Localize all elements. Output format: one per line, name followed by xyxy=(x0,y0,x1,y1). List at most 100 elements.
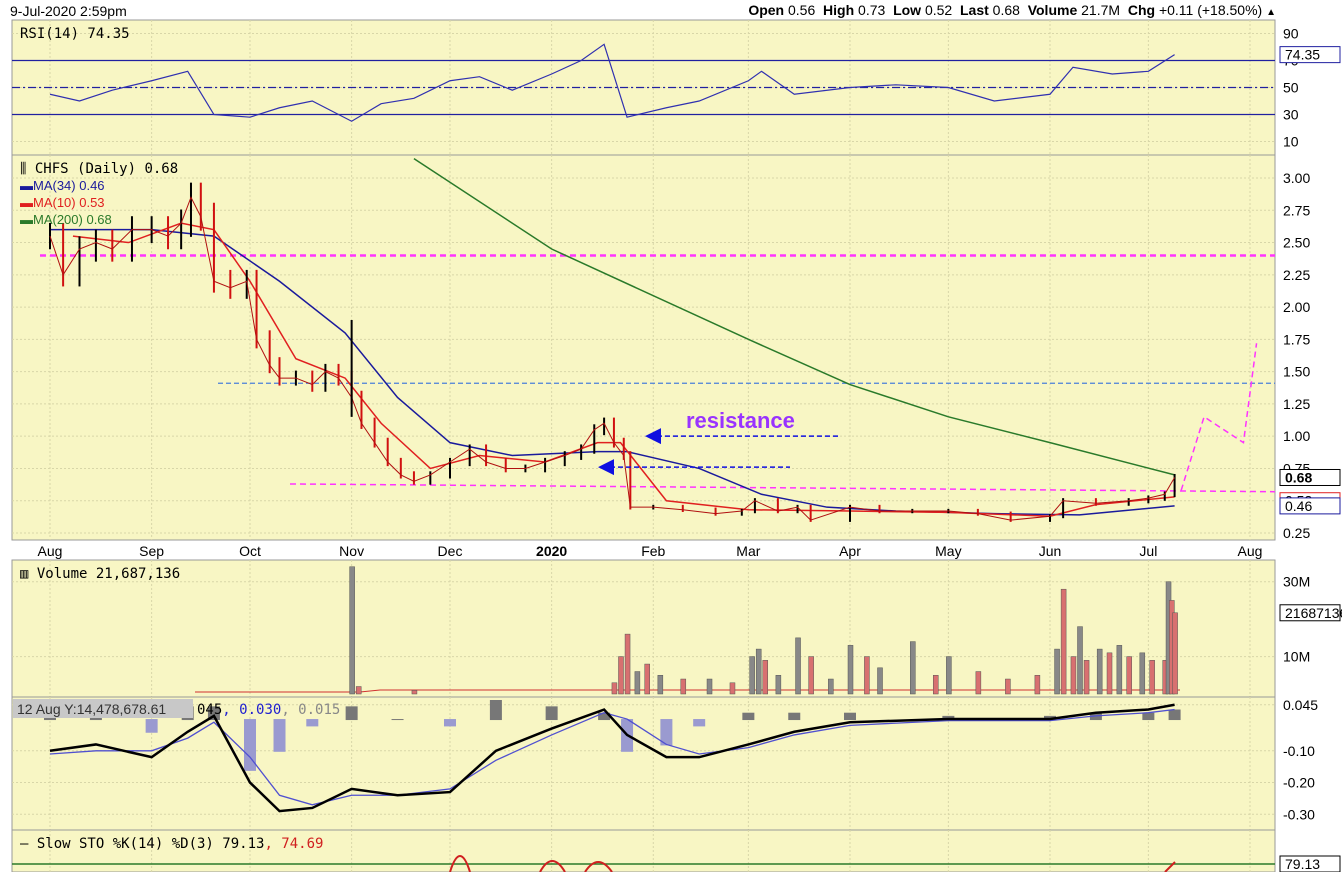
y-tick-label: 30 xyxy=(1283,107,1299,123)
macd-value: , 0.015 xyxy=(281,702,340,718)
macd-histogram-bar xyxy=(1168,709,1181,721)
volume-bar xyxy=(775,675,782,695)
volume-bar xyxy=(762,660,769,695)
sto-last-tag: 79.13 xyxy=(1285,856,1320,872)
x-tick-label: Aug xyxy=(1238,543,1263,559)
y-tick-label: 0.045 xyxy=(1283,697,1318,713)
volume-bar xyxy=(847,645,854,695)
macd-value: 045 xyxy=(197,702,222,718)
macd-values: 045, 0.030, 0.015 xyxy=(197,702,340,718)
tooltip-text: 12 Aug Y:14,478,678.61 xyxy=(17,701,166,717)
volume-bar xyxy=(1126,656,1132,695)
volume-bar xyxy=(795,637,801,695)
volume-bar xyxy=(1172,612,1178,695)
x-tick-label: May xyxy=(935,543,961,559)
volume-bar xyxy=(808,656,814,695)
macd-histogram-bar xyxy=(1142,712,1155,721)
y-tick-label: 0.25 xyxy=(1283,525,1310,541)
y-tick-label: -0.30 xyxy=(1283,806,1315,822)
volume-last-tag: 21687136 xyxy=(1285,605,1342,621)
volume-bar xyxy=(1005,678,1011,695)
volume-bar xyxy=(1077,626,1083,695)
macd-histogram-bar xyxy=(693,719,706,727)
macd-histogram-bar xyxy=(391,719,404,721)
macd-histogram-bar xyxy=(444,719,456,727)
macd-histogram-bar xyxy=(145,719,158,733)
volume-bar xyxy=(1116,645,1123,695)
volume-bar xyxy=(828,678,834,695)
legend-item: ▬MA(10) 0.53 xyxy=(20,195,105,210)
volume-bar xyxy=(624,633,631,695)
resistance-label: resistance xyxy=(686,408,795,433)
volume-bar xyxy=(975,671,982,695)
x-tick-label: Nov xyxy=(339,543,364,559)
y-tick-label: 10M xyxy=(1283,649,1310,665)
legend-item: ▬MA(34) 0.46 xyxy=(20,178,105,193)
volume-bar xyxy=(1106,652,1113,695)
macd-histogram-bar xyxy=(345,706,358,721)
macd-histogram-bar xyxy=(545,706,558,721)
macd-histogram-bar xyxy=(489,700,502,721)
macd-histogram-bar xyxy=(844,712,856,721)
y-tick-label: 50 xyxy=(1283,80,1299,96)
ma34-tag: 0.46 xyxy=(1285,498,1312,514)
sto-title: — Slow STO %K(14) %D(3) 79.13, 74.69 xyxy=(20,836,323,852)
volume-bar xyxy=(877,667,883,695)
x-tick-label: Mar xyxy=(736,543,760,559)
volume-bar xyxy=(611,682,618,695)
x-tick-label: Oct xyxy=(239,543,261,559)
volume-bar xyxy=(864,656,870,695)
y-tick-label: 3.00 xyxy=(1283,170,1310,186)
x-tick-label: Dec xyxy=(438,543,463,559)
x-tick-label: Feb xyxy=(641,543,665,559)
volume-bar xyxy=(946,656,952,695)
volume-bar xyxy=(411,690,418,695)
last-price-tag: 0.68 xyxy=(1285,469,1312,485)
volume-bar xyxy=(1054,648,1060,695)
volume-bar xyxy=(729,682,736,695)
volume-bar xyxy=(1149,660,1155,695)
y-tick-label: -0.10 xyxy=(1283,743,1315,759)
price-title: ⫼ CHFS (Daily) 0.68 xyxy=(20,161,178,177)
volume-bar xyxy=(932,675,939,695)
y-tick-label: 30M xyxy=(1283,574,1310,590)
volume-bar xyxy=(644,663,650,695)
macd-histogram-bar xyxy=(273,719,286,752)
volume-bar xyxy=(1083,660,1090,695)
y-tick-label: 2.75 xyxy=(1283,202,1310,218)
macd-histogram-bar xyxy=(788,712,801,721)
x-tick-label: Jun xyxy=(1039,543,1062,559)
volume-bar xyxy=(634,671,641,695)
y-tick-label: 2.50 xyxy=(1283,235,1310,251)
macd-histogram-bar xyxy=(306,719,319,727)
x-tick-label: 2020 xyxy=(536,543,567,559)
y-tick-label: 1.75 xyxy=(1283,331,1310,347)
x-tick-label: Aug xyxy=(38,543,63,559)
legend-item: ▬MA(200) 0.68 xyxy=(20,212,112,227)
volume-bar xyxy=(1034,675,1041,695)
y-tick-label: -0.20 xyxy=(1283,775,1315,791)
volume-bar xyxy=(910,641,916,695)
x-tick-label: Apr xyxy=(839,543,861,559)
x-tick-label: Jul xyxy=(1139,543,1157,559)
volume-bar xyxy=(1070,656,1077,695)
volume-bar xyxy=(680,678,687,695)
volume-bar xyxy=(618,656,624,695)
rsi-last-tag: 74.35 xyxy=(1285,47,1320,63)
rsi-title: RSI(14) 74.35 xyxy=(20,26,130,42)
volume-title: ▥ Volume 21,687,136 xyxy=(20,566,180,582)
macd-value: , 0.030 xyxy=(222,702,281,718)
sto-label: — Slow STO %K(14) %D(3) 79.13 xyxy=(20,836,264,852)
y-tick-label: 2.00 xyxy=(1283,299,1310,315)
sto-d-value: , 74.69 xyxy=(264,836,323,852)
y-tick-label: 1.00 xyxy=(1283,428,1310,444)
macd-histogram-bar xyxy=(742,712,755,721)
volume-bar xyxy=(349,566,355,695)
volume-bar xyxy=(706,678,713,695)
y-tick-label: 1.25 xyxy=(1283,396,1310,412)
y-tick-label: 10 xyxy=(1283,134,1299,150)
stock-chart[interactable]: 9070503010RSI(14) 74.3574.353.002.752.50… xyxy=(0,0,1342,872)
volume-bar xyxy=(657,675,664,695)
volume-bar xyxy=(1096,648,1103,695)
volume-bar xyxy=(749,656,755,695)
